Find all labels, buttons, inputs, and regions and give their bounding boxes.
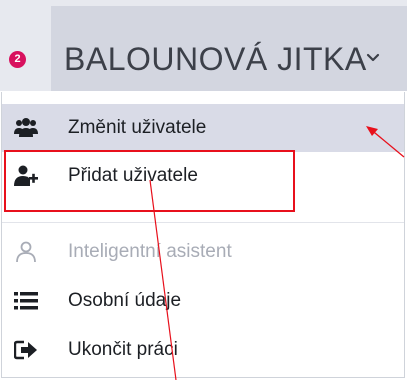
menu-item-add-user[interactable]: Přidat uživatele bbox=[2, 152, 404, 200]
notification-badge[interactable]: 2 bbox=[9, 51, 26, 68]
menu-item-label: Přidat uživatele bbox=[68, 165, 198, 186]
user-header: 2 BALOUNOVÁ JITKA bbox=[0, 0, 407, 91]
menu-item-sign-out[interactable]: Ukončit práci bbox=[2, 326, 404, 374]
user-outline-icon bbox=[16, 241, 36, 263]
list-icon bbox=[14, 292, 38, 310]
menu-item-label: Osobní údaje bbox=[68, 290, 182, 311]
menu-item-change-user[interactable]: Změnit uživatele bbox=[2, 104, 404, 152]
menu-divider bbox=[2, 222, 404, 223]
menu-item-personal-data[interactable]: Osobní údaje bbox=[2, 277, 404, 325]
menu-item-intelligent-assistant: Inteligentní asistent bbox=[2, 228, 404, 276]
user-name[interactable]: BALOUNOVÁ JITKA bbox=[64, 39, 367, 79]
user-dropdown-menu: Změnit uživatele Přidat uživatele Inteli… bbox=[1, 92, 405, 378]
sign-out-icon bbox=[14, 340, 37, 360]
chevron-down-icon[interactable] bbox=[366, 52, 380, 64]
users-icon bbox=[14, 118, 38, 137]
menu-item-label: Ukončit práci bbox=[68, 339, 178, 360]
user-plus-icon bbox=[14, 165, 38, 186]
menu-item-label: Změnit uživatele bbox=[68, 117, 207, 138]
menu-item-label: Inteligentní asistent bbox=[68, 241, 232, 262]
